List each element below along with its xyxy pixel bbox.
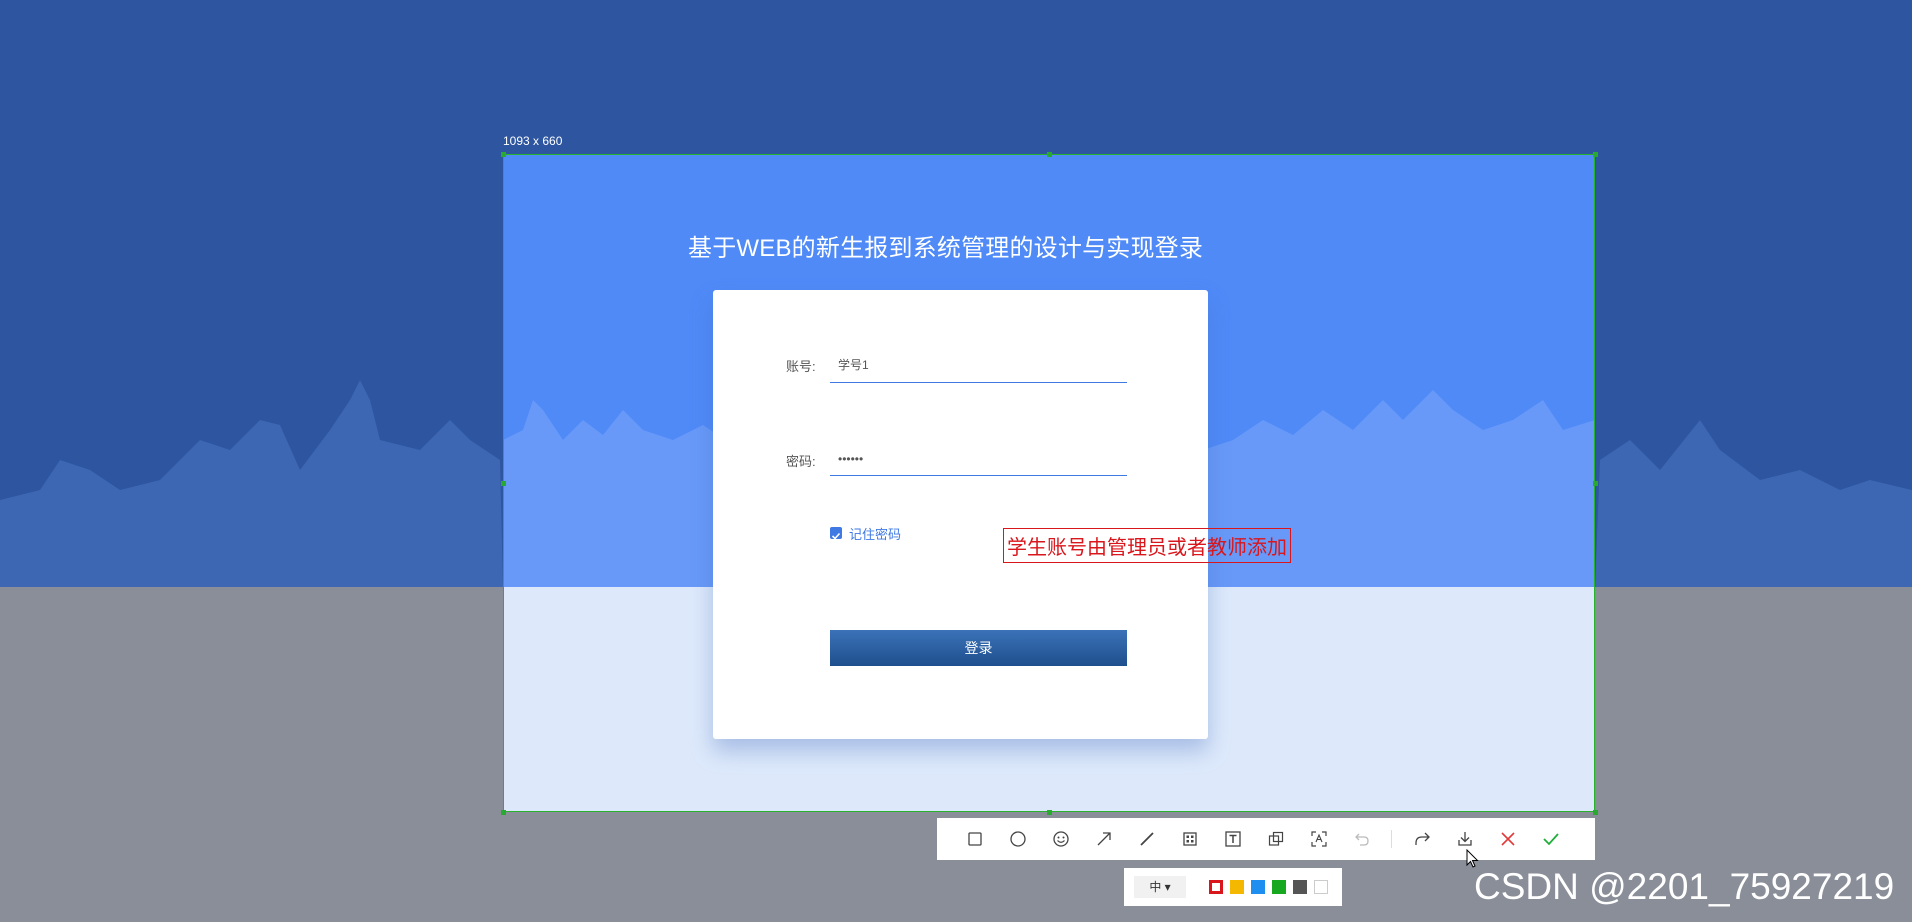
style-subbar: 中 ▾ — [1124, 868, 1342, 906]
emoji-icon[interactable] — [1050, 828, 1072, 850]
page-title: 基于WEB的新生报到系统管理的设计与实现登录 — [688, 235, 1204, 262]
password-label: 密码: — [786, 454, 816, 469]
remember-checkbox[interactable] — [830, 527, 842, 540]
share-icon[interactable] — [1411, 828, 1433, 850]
resize-handle-left[interactable] — [501, 481, 506, 486]
screenshot-toolbar — [937, 818, 1595, 860]
toolbar-divider — [1391, 830, 1392, 848]
save-icon[interactable] — [1454, 828, 1476, 850]
color-swatch-white[interactable] — [1314, 880, 1328, 894]
resize-handle-bottom[interactable] — [1047, 810, 1052, 815]
selection-size-label: 1093 x 660 — [503, 134, 563, 148]
resize-handle-top[interactable] — [1047, 152, 1052, 157]
size-select[interactable]: 中 ▾ — [1134, 876, 1186, 898]
password-input-underline — [830, 475, 1127, 476]
line-icon[interactable] — [1136, 828, 1158, 850]
resize-handle-right[interactable] — [1593, 481, 1598, 486]
account-input-underline — [830, 382, 1127, 383]
resize-handle-top-left[interactable] — [501, 152, 506, 157]
mouse-cursor-icon — [1466, 849, 1479, 868]
arrow-icon[interactable] — [1093, 828, 1115, 850]
color-swatch-red[interactable] — [1209, 880, 1223, 894]
pin-icon[interactable] — [1265, 828, 1287, 850]
login-button[interactable]: 登录 — [830, 630, 1127, 666]
rectangle-icon[interactable] — [964, 828, 986, 850]
password-input[interactable]: •••••• — [838, 452, 863, 466]
color-swatch-gray[interactable] — [1293, 880, 1307, 894]
resize-handle-bottom-right[interactable] — [1593, 810, 1598, 815]
undo-icon[interactable] — [1351, 828, 1373, 850]
account-input[interactable]: 学号1 — [838, 356, 869, 373]
color-swatch-yellow[interactable] — [1230, 880, 1244, 894]
watermark: CSDN @2201_75927219 — [1474, 866, 1895, 907]
text-icon[interactable] — [1222, 828, 1244, 850]
color-swatch-blue[interactable] — [1251, 880, 1265, 894]
mosaic-icon[interactable] — [1179, 828, 1201, 850]
color-swatch-green[interactable] — [1272, 880, 1286, 894]
ocr-icon[interactable] — [1308, 828, 1330, 850]
cancel-icon[interactable] — [1497, 828, 1519, 850]
account-label: 账号: — [786, 359, 816, 374]
resize-handle-bottom-left[interactable] — [501, 810, 506, 815]
text-annotation[interactable]: 学生账号由管理员或者教师添加 — [1003, 528, 1291, 563]
resize-handle-top-right[interactable] — [1593, 152, 1598, 157]
confirm-icon[interactable] — [1540, 828, 1562, 850]
ellipse-icon[interactable] — [1007, 828, 1029, 850]
check-icon — [831, 532, 841, 540]
remember-label[interactable]: 记住密码 — [849, 524, 901, 543]
